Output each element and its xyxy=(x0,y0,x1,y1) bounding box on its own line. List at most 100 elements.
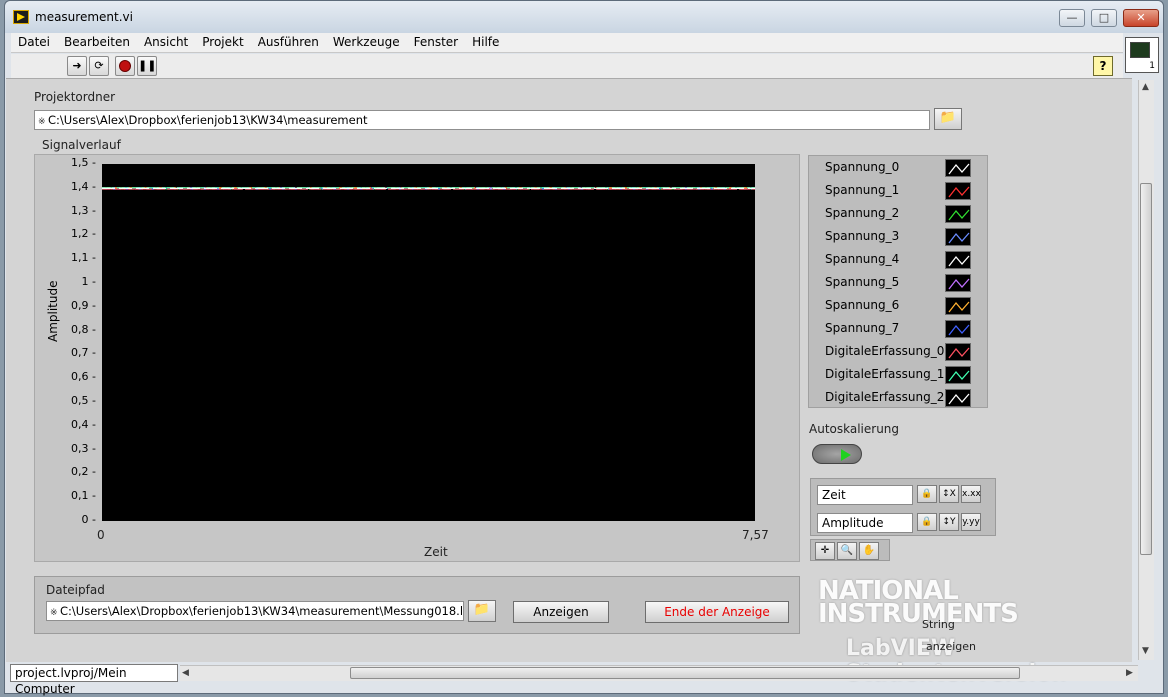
y-tick-label: 1,4 - xyxy=(71,179,96,193)
path-icon: ※ xyxy=(50,608,58,618)
scroll-up-icon[interactable]: ▲ xyxy=(1142,82,1149,92)
file-path-label: Dateipfad xyxy=(46,583,105,597)
legend-label: Spannung_6 xyxy=(825,298,900,312)
project-folder-field[interactable]: ※ C:\Users\Alex\Dropbox\ferienjob13\KW34\… xyxy=(34,110,930,130)
legend-swatch[interactable] xyxy=(945,320,971,338)
y-tick-label: 0,1 - xyxy=(71,489,96,503)
vi-connector-icon[interactable]: 1 xyxy=(1125,37,1159,73)
legend-swatch[interactable] xyxy=(945,228,971,246)
y-tick-label: 0,7 - xyxy=(71,346,96,360)
legend-swatch[interactable] xyxy=(945,205,971,223)
y-tick-label: 0,3 - xyxy=(71,441,96,455)
menu-bearbeiten[interactable]: Bearbeiten xyxy=(57,33,137,51)
scroll-right-icon[interactable]: ▶ xyxy=(1126,668,1133,678)
legend-swatch[interactable] xyxy=(945,343,971,361)
project-folder-path: C:\Users\Alex\Dropbox\ferienjob13\KW34\m… xyxy=(48,113,368,127)
autoscale-toggle[interactable] xyxy=(812,444,862,464)
y-axis-label: Amplitude xyxy=(46,280,60,343)
legend-label: Spannung_5 xyxy=(825,275,900,289)
ni-logo-line2: INSTRUMENTS xyxy=(818,599,1019,629)
y-tick-label: 0,4 - xyxy=(71,417,96,431)
y-tick-label: 0,6 - xyxy=(71,370,96,384)
close-button[interactable]: ✕ xyxy=(1123,9,1159,27)
legend-label: Spannung_2 xyxy=(825,206,900,220)
y-tick-label: 0,5 - xyxy=(71,394,96,407)
plot-area[interactable] xyxy=(102,164,755,521)
project-folder-label: Projektordner xyxy=(34,90,116,104)
menu-datei[interactable]: Datei xyxy=(11,33,57,51)
vertical-scroll-thumb[interactable] xyxy=(1140,183,1152,555)
legend-swatch[interactable] xyxy=(945,389,971,407)
y-tick-label: 0,9 - xyxy=(71,298,96,312)
graph-palette: ✛ 🔍 ✋ xyxy=(810,539,890,561)
string-label-2: anzeigen xyxy=(926,640,977,653)
file-path-panel: Dateipfad ※ C:\Users\Alex\Dropbox\ferienj… xyxy=(34,576,800,634)
x-format-icon[interactable]: x.xx xyxy=(961,485,981,503)
menu-ausfuehren[interactable]: Ausführen xyxy=(251,33,326,51)
path-icon: ※ xyxy=(38,117,46,127)
ni-logo-watermark: NATIONAL INSTRUMENTS xyxy=(818,578,1019,629)
scroll-down-icon[interactable]: ▼ xyxy=(1142,646,1149,656)
y-scale-name: Amplitude xyxy=(817,513,913,533)
y-autoscale-icon[interactable]: ↕Y xyxy=(939,513,959,531)
toolbar: ➜ ⟳ ❚❚ xyxy=(11,54,1123,78)
vi-icon-number: 1 xyxy=(1149,61,1155,71)
legend-label: Spannung_1 xyxy=(825,183,900,197)
menu-fenster[interactable]: Fenster xyxy=(407,33,466,51)
y-tick-label: 1 - xyxy=(81,275,96,288)
legend-swatch[interactable] xyxy=(945,366,971,384)
show-button[interactable]: Anzeigen xyxy=(513,601,609,623)
menu-werkzeuge[interactable]: Werkzeuge xyxy=(326,33,407,51)
legend-label: DigitaleErfassung_0 xyxy=(825,344,945,358)
y-tick-label: 0 - xyxy=(81,513,96,526)
minimize-button[interactable]: — xyxy=(1059,9,1085,27)
y-tick-label: 1,3 - xyxy=(71,203,96,217)
pan-hand-icon[interactable]: ✋ xyxy=(859,542,879,560)
x-autoscale-icon[interactable]: ↕X xyxy=(939,485,959,503)
plot-legend: Spannung_0 Spannung_1 Spannung_2 Spannung_3… xyxy=(808,155,988,408)
maximize-button[interactable]: □ xyxy=(1091,9,1117,27)
abort-icon[interactable] xyxy=(115,56,135,76)
cursor-icon[interactable]: ✛ xyxy=(815,542,835,560)
browse-file-icon[interactable]: 📁 xyxy=(468,600,496,622)
zoom-icon[interactable]: 🔍 xyxy=(837,542,857,560)
labview-app-icon xyxy=(13,10,29,24)
legend-swatch[interactable] xyxy=(945,297,971,315)
scroll-left-icon[interactable]: ◀ xyxy=(182,668,189,678)
legend-swatch[interactable] xyxy=(945,159,971,177)
stop-display-button[interactable]: Ende der Anzeige xyxy=(645,601,789,623)
lock-icon[interactable]: 🔒 xyxy=(917,513,937,531)
autoscale-label: Autoskalierung xyxy=(809,422,900,436)
menu-hilfe[interactable]: Hilfe xyxy=(465,33,506,51)
y-tick-label: 1,5 - xyxy=(71,156,96,169)
horizontal-scroll-thumb[interactable] xyxy=(350,667,1020,679)
project-context: project.lvproj/Mein Computer xyxy=(10,664,178,696)
graph-label: Signalverlauf xyxy=(42,138,121,152)
scale-legend: Zeit 🔒 ↕X x.xx Amplitude 🔒 ↕Y y.yy xyxy=(810,478,996,536)
run-continuously-icon[interactable]: ⟳ xyxy=(89,56,109,76)
file-path-field[interactable]: ※ C:\Users\Alex\Dropbox\ferienjob13\KW34\… xyxy=(46,601,464,621)
legend-swatch[interactable] xyxy=(945,274,971,292)
y-tick-label: 0,2 - xyxy=(71,465,96,479)
legend-label: DigitaleErfassung_2 xyxy=(825,390,945,404)
legend-label: Spannung_0 xyxy=(825,160,900,174)
menu-ansicht[interactable]: Ansicht xyxy=(137,33,195,51)
window-title: measurement.vi xyxy=(35,10,133,24)
lock-icon[interactable]: 🔒 xyxy=(917,485,937,503)
browse-folder-icon[interactable]: 📁 xyxy=(934,108,962,130)
file-path-value: C:\Users\Alex\Dropbox\ferienjob13\KW34\m… xyxy=(60,604,464,618)
x-tick-max: 7,57 xyxy=(742,528,769,542)
legend-label: Spannung_7 xyxy=(825,321,900,335)
menu-projekt[interactable]: Projekt xyxy=(195,33,250,51)
x-scale-name: Zeit xyxy=(817,485,913,505)
y-format-icon[interactable]: y.yy xyxy=(961,513,981,531)
x-axis-label: Zeit xyxy=(424,545,448,559)
legend-swatch[interactable] xyxy=(945,182,971,200)
context-help-icon[interactable]: ? xyxy=(1093,56,1113,76)
legend-swatch[interactable] xyxy=(945,251,971,269)
string-label-1: String xyxy=(922,618,955,631)
y-tick-label: 1,2 - xyxy=(71,227,96,241)
pause-icon[interactable]: ❚❚ xyxy=(137,56,157,76)
run-arrow-icon[interactable]: ➜ xyxy=(67,56,87,76)
title-bar: measurement.vi — □ ✕ xyxy=(5,1,1163,33)
